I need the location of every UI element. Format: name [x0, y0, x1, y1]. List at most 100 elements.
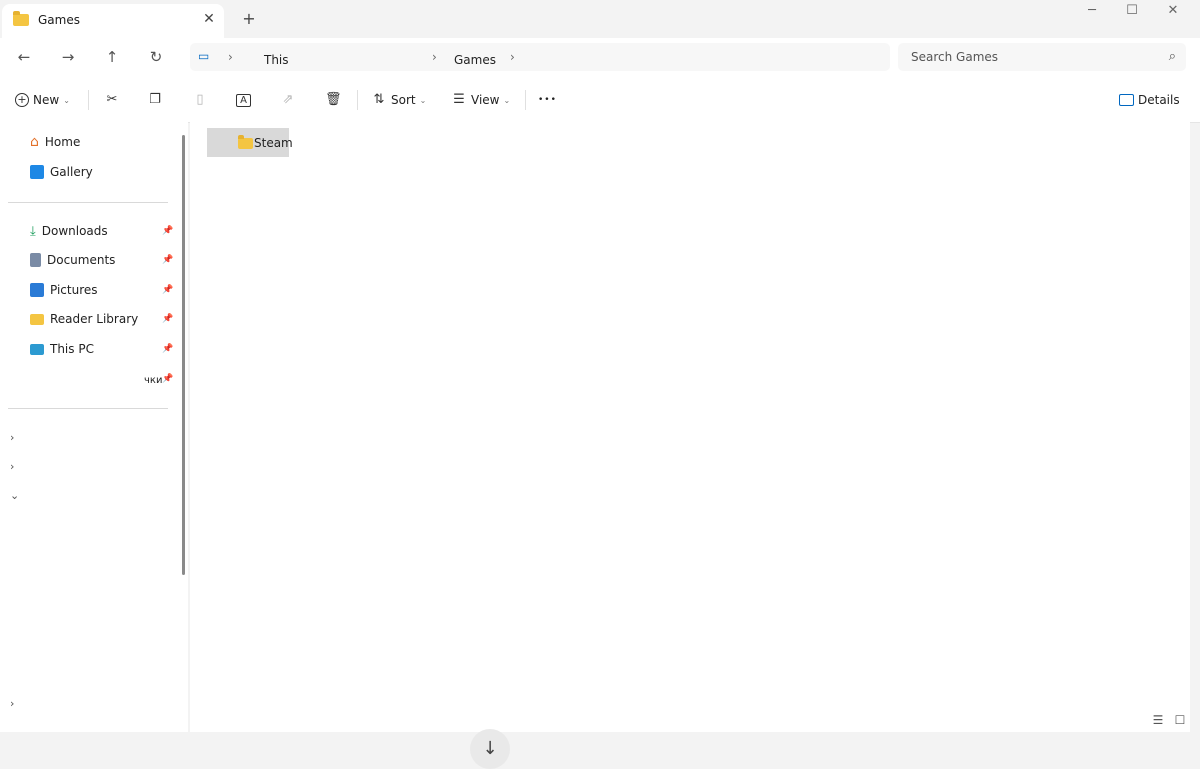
chevron-down-icon: ⌄: [63, 95, 70, 105]
trash-icon: 🗑: [325, 92, 342, 107]
copy-icon: ❐: [149, 92, 161, 107]
toolbar-divider: [88, 90, 89, 110]
maximize-button[interactable]: ☐: [1112, 0, 1152, 22]
paste-button[interactable]: ▯: [192, 88, 208, 112]
chevron-right-icon[interactable]: ›: [10, 431, 14, 444]
gallery-icon: [30, 165, 44, 179]
pin-icon[interactable]: 📌: [162, 314, 173, 324]
folder-icon: [13, 11, 29, 26]
document-icon: [30, 253, 41, 267]
search-box[interactable]: Search Games ⌕: [898, 43, 1186, 71]
address-bar-row: ← → ↑ ↻ ▭ › This › Games › Search Games …: [0, 38, 1200, 78]
sort-label: Sort: [391, 93, 416, 107]
details-pane-icon: [1119, 94, 1134, 106]
back-button[interactable]: ←: [12, 45, 36, 69]
scissors-icon: ✂: [106, 92, 118, 107]
chevron-down-icon: ⌄: [503, 95, 511, 105]
folder-icon: [238, 135, 253, 149]
scroll-down-button[interactable]: ↓: [470, 729, 510, 769]
home-icon: ⌂: [30, 134, 39, 150]
pin-icon[interactable]: 📌: [162, 374, 173, 384]
sidebar-item-label: Gallery: [50, 165, 93, 179]
details-label: Details: [1138, 93, 1180, 107]
sidebar-item-downloads[interactable]: ⤓ Downloads: [30, 221, 108, 241]
sort-button[interactable]: ⇅ Sort ⌄: [371, 88, 427, 112]
new-tab-button[interactable]: +: [239, 9, 259, 29]
breadcrumb-separator: ›: [510, 50, 515, 64]
sidebar-item-this-pc[interactable]: This PC: [30, 339, 94, 359]
breadcrumb-separator: ›: [228, 50, 233, 64]
sidebar-item-label: чки: [144, 374, 163, 386]
view-list-icon: ☰: [453, 92, 465, 107]
pictures-icon: [30, 283, 44, 297]
sidebar-item-label: Home: [44, 135, 81, 149]
close-tab-icon[interactable]: ✕: [200, 10, 218, 28]
cut-button[interactable]: ✂: [104, 88, 120, 112]
sidebar-item-label: This PC: [50, 342, 94, 356]
chevron-right-icon[interactable]: ›: [10, 460, 14, 473]
clipboard-icon: ▯: [196, 92, 204, 107]
copy-button[interactable]: ❐: [147, 88, 163, 112]
chevron-down-icon: ⌄: [419, 95, 427, 105]
up-button[interactable]: ↑: [100, 45, 124, 69]
sidebar-item-home[interactable]: ⌂ Home: [30, 132, 80, 152]
address-field[interactable]: ▭ › This › Games ›: [190, 43, 890, 71]
chevron-right-icon[interactable]: ›: [10, 697, 14, 710]
details-view-icon[interactable]: ☰: [1151, 713, 1165, 727]
pin-icon[interactable]: 📌: [162, 226, 173, 236]
rename-button[interactable]: A: [236, 88, 251, 112]
download-icon: ⤓: [30, 223, 36, 239]
title-bar: Games ✕ + ─ ☐ ✕: [0, 0, 1200, 38]
sidebar-divider: [8, 202, 168, 203]
sidebar-item-reader-library[interactable]: Reader Library: [30, 309, 138, 329]
refresh-button[interactable]: ↻: [144, 45, 168, 69]
sidebar-divider: [8, 408, 168, 409]
share-icon: ⇗: [282, 92, 294, 107]
monitor-icon: [30, 343, 44, 355]
sidebar-scrollbar[interactable]: [182, 135, 185, 575]
close-window-button[interactable]: ✕: [1153, 0, 1193, 22]
tab-games[interactable]: Games ✕: [2, 4, 224, 38]
item-name[interactable]: Steam: [254, 136, 293, 150]
command-bar: + New ⌄ ✂ ❐ ▯ A ⇗ 🗑 ⇅ Sort ⌄ ☰ View ⌄ ••…: [0, 78, 1200, 123]
folder-icon: [30, 313, 44, 325]
view-button[interactable]: ☰ View ⌄: [451, 88, 510, 112]
new-button[interactable]: + New ⌄: [15, 88, 70, 112]
plus-icon: +: [15, 93, 29, 107]
search-icon: ⌕: [1168, 49, 1176, 64]
tiles-view-icon[interactable]: ☐: [1173, 713, 1187, 727]
navigation-pane: ⌂ Home Gallery ⤓ Downloads 📌 Documents 📌…: [0, 122, 188, 732]
chevron-down-icon[interactable]: ⌄: [10, 489, 19, 502]
status-bar: [0, 732, 1200, 759]
sidebar-item-label: Reader Library: [50, 312, 139, 326]
file-list[interactable]: Steam: [190, 122, 1190, 732]
new-label: New: [33, 93, 60, 107]
minimize-button[interactable]: ─: [1072, 0, 1112, 22]
share-button[interactable]: ⇗: [280, 88, 296, 112]
sort-icon: ⇅: [373, 92, 385, 107]
sidebar-item-pictures[interactable]: Pictures: [30, 280, 98, 300]
tab-title: Games: [38, 13, 80, 27]
pin-icon[interactable]: 📌: [162, 344, 173, 354]
sidebar-item-label: Pictures: [50, 283, 98, 297]
view-label: View: [471, 93, 500, 107]
delete-button[interactable]: 🗑: [325, 88, 342, 112]
details-button[interactable]: Details: [1119, 88, 1180, 112]
breadcrumb-this[interactable]: This: [264, 53, 289, 67]
sidebar-item-gallery[interactable]: Gallery: [30, 162, 93, 182]
pin-icon[interactable]: 📌: [162, 285, 173, 295]
this-pc-icon: ▭: [198, 49, 210, 63]
search-input[interactable]: Search Games: [911, 50, 998, 64]
toolbar-divider: [357, 90, 358, 110]
breadcrumb-games[interactable]: Games: [454, 53, 496, 67]
rename-icon: A: [236, 93, 251, 107]
sidebar-item-documents[interactable]: Documents: [30, 250, 115, 270]
more-options-button[interactable]: •••: [538, 88, 557, 112]
sidebar-item-label: Documents: [47, 253, 116, 267]
toolbar-divider: [525, 90, 526, 110]
pin-icon[interactable]: 📌: [162, 255, 173, 265]
sidebar-item-pinned[interactable]: чки: [144, 370, 162, 390]
breadcrumb-separator: ›: [432, 50, 437, 64]
forward-button[interactable]: →: [56, 45, 80, 69]
sidebar-item-label: Downloads: [41, 224, 108, 238]
